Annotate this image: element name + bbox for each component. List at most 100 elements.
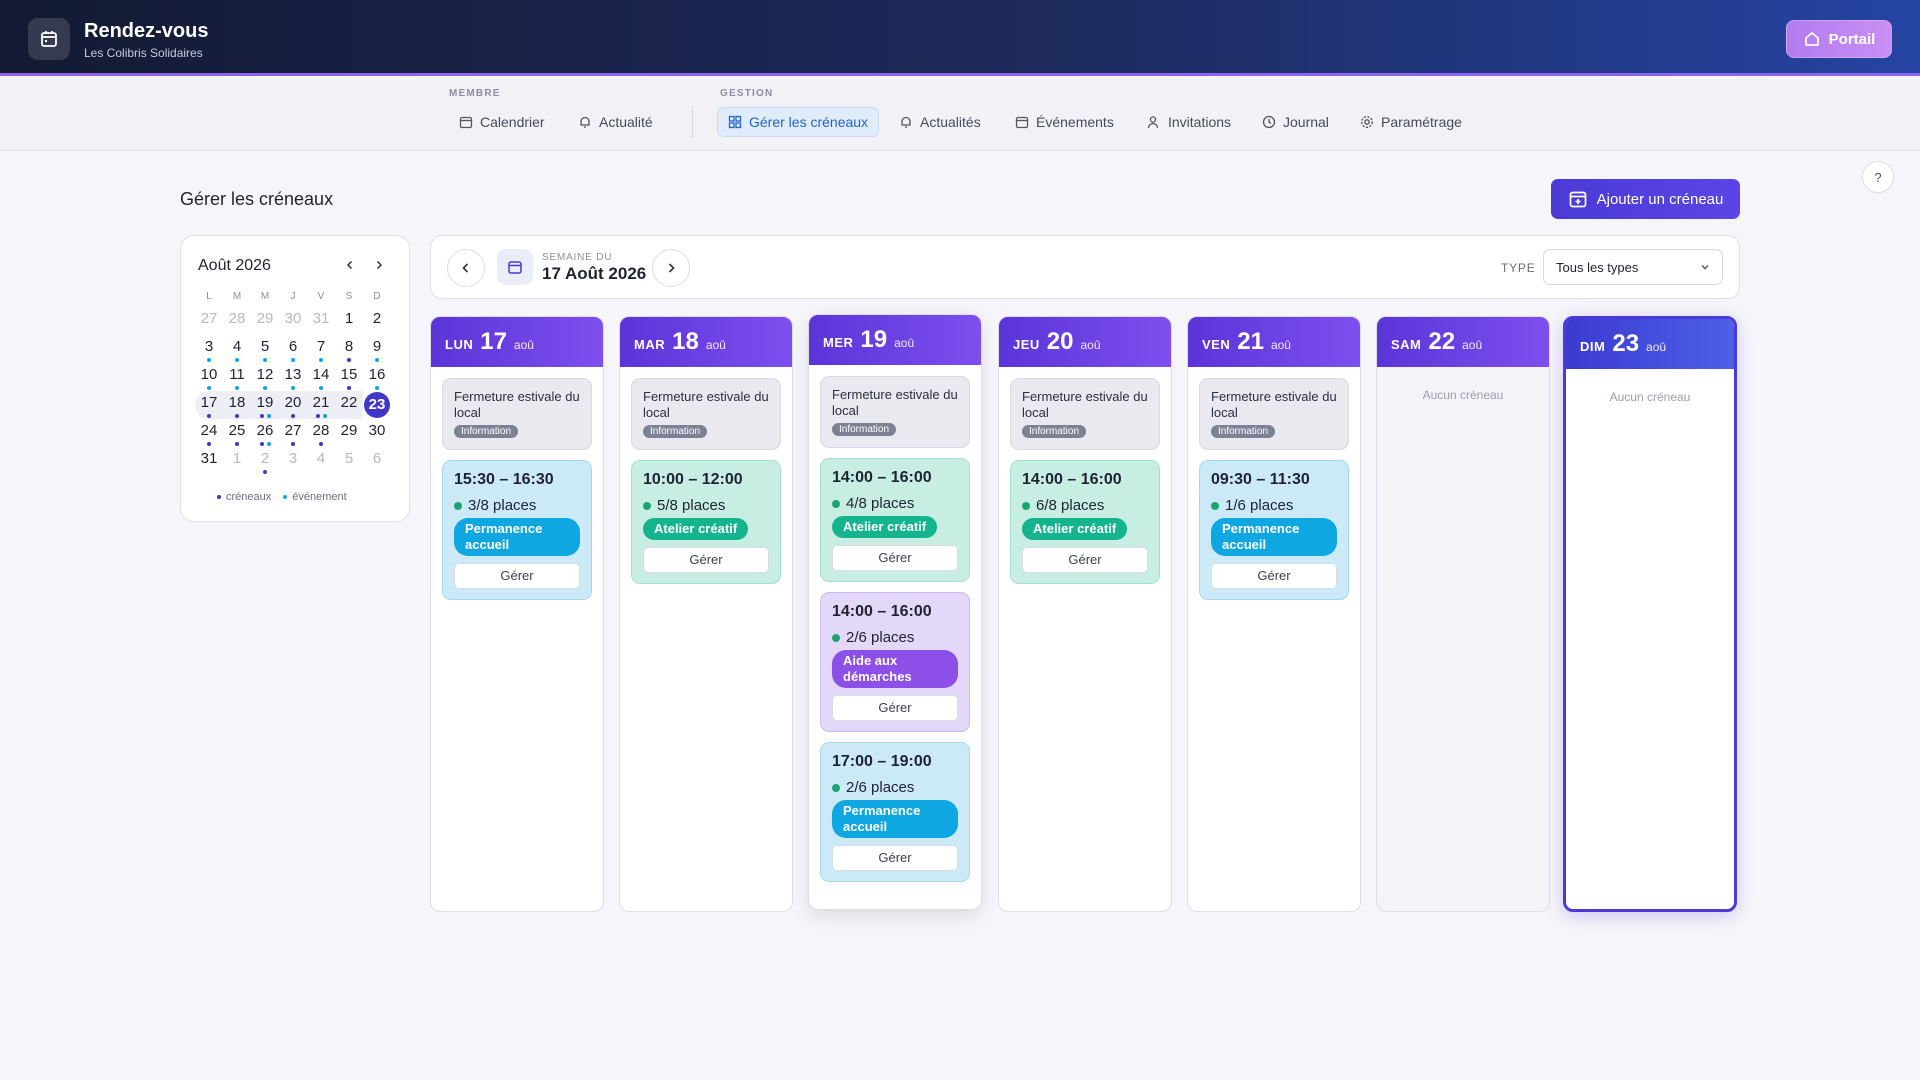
calendar-day[interactable]: 23 [364,392,390,418]
slot-card[interactable]: 17:00 – 19:00 2/6 places Permanence accuei… [820,742,970,882]
nav-parametrage[interactable]: Paramétrage [1350,107,1472,137]
calendar-day[interactable]: 20 [279,391,307,419]
calendar-day[interactable]: 31 [195,447,223,475]
calendar-day-number: 2 [260,450,270,467]
nav-calendrier[interactable]: Calendrier [449,107,555,137]
calendar-day[interactable]: 24 [195,419,223,447]
calendar-day-number: 8 [344,338,354,355]
calendar-day-number: 15 [340,366,358,383]
day-name: DIM [1580,339,1606,354]
calendar-day[interactable]: 27 [195,307,223,335]
slot-card[interactable]: 14:00 – 16:00 4/8 places Atelier créatif Gé… [820,458,970,582]
calendar-day[interactable]: 26 [251,419,279,447]
calendar-day[interactable]: 28 [223,307,251,335]
weekday-header: L [206,291,212,302]
calendar-day[interactable]: 27 [279,419,307,447]
slot-type-badge: Atelier créatif [832,516,938,538]
calendar-day-number: 16 [368,366,386,383]
nav-gerer-creneaux[interactable]: Gérer les créneaux [717,107,880,137]
next-month-button[interactable] [370,256,388,274]
calendar-day[interactable]: 6 [363,447,391,475]
nav-actualite[interactable]: Actualité [568,107,663,137]
calendar-day[interactable]: 29 [335,419,363,447]
calendar-day-number: 3 [288,450,298,467]
manage-slot-button[interactable]: Gérer [454,563,580,589]
calendar-day[interactable]: 21 [307,391,335,419]
day-month: aoû [1080,338,1101,352]
calendar-day[interactable]: 13 [279,363,307,391]
nav-actualites[interactable]: Actualités [889,107,991,137]
calendar-day[interactable]: 1 [223,447,251,475]
calendar-day[interactable]: 5 [335,447,363,475]
nav-invitations[interactable]: Invitations [1137,107,1241,137]
calendar-day[interactable]: 3 [195,335,223,363]
manage-slot-button[interactable]: Gérer [832,545,958,571]
slot-card[interactable]: 14:00 – 16:00 6/8 places Atelier créatif Gé… [1010,460,1160,584]
calendar-day[interactable]: 12 [251,363,279,391]
day-number: 21 [1237,328,1264,355]
closure-notice[interactable]: Fermeture estivale du local Information [820,376,970,448]
calendar-day[interactable]: 22 [335,391,363,419]
manage-slot-button[interactable]: Gérer [832,845,958,871]
calendar-day[interactable]: 15 [335,363,363,391]
calendar-day-number: 30 [368,422,386,439]
calendar-day[interactable]: 25 [223,419,251,447]
calendar-day[interactable]: 30 [279,307,307,335]
calendar-icon [28,18,70,60]
app-title: Rendez-vous [84,20,209,42]
calendar-day[interactable]: 3 [279,447,307,475]
calendar-day[interactable]: 17 [195,391,223,419]
manage-slot-button[interactable]: Gérer [643,547,769,573]
info-badge: Information [1022,425,1087,438]
closure-notice[interactable]: Fermeture estivale du local Information [1199,378,1349,450]
calendar-day[interactable]: 10 [195,363,223,391]
slot-time: 15:30 – 16:30 [454,471,554,488]
type-filter-label: TYPE [1501,261,1536,275]
portal-button[interactable]: Portail [1786,20,1892,58]
slot-card[interactable]: 14:00 – 16:00 2/6 places Aide aux démarche… [820,592,970,732]
nav-evenements[interactable]: Événements [1005,107,1124,137]
manage-slot-button[interactable]: Gérer [1211,563,1337,589]
calendar-day[interactable]: 19 [251,391,279,419]
calendar-day[interactable]: 8 [335,335,363,363]
calendar-day[interactable]: 14 [307,363,335,391]
help-button[interactable]: ? [1862,161,1894,193]
calendar-day[interactable]: 30 [363,419,391,447]
next-week-button[interactable] [652,249,690,287]
calendar-day[interactable]: 18 [223,391,251,419]
add-slot-button[interactable]: Ajouter un créneau [1551,179,1740,219]
calendar-day[interactable]: 4 [307,447,335,475]
calendar-day-number: 11 [229,366,245,383]
closure-notice[interactable]: Fermeture estivale du local Information [1010,378,1160,450]
calendar-day[interactable]: 7 [307,335,335,363]
calendar-day[interactable]: 29 [251,307,279,335]
prev-week-button[interactable] [447,249,485,287]
day-markers [363,358,391,362]
calendar-day[interactable]: 6 [279,335,307,363]
calendar-day[interactable]: 28 [307,419,335,447]
calendar-day[interactable]: 2 [251,447,279,475]
prev-month-button[interactable] [341,256,359,274]
calendar-day[interactable]: 1 [335,307,363,335]
slot-card[interactable]: 15:30 – 16:30 3/8 places Permanence accuei… [442,460,592,600]
event-marker [263,358,267,362]
nav-journal[interactable]: Journal [1252,107,1339,137]
calendar-day[interactable]: 11 [223,363,251,391]
closure-notice[interactable]: Fermeture estivale du local Information [442,378,592,450]
calendar-day[interactable]: 2 [363,307,391,335]
type-filter-select[interactable]: Tous les types [1543,249,1723,285]
home-icon [1804,32,1819,46]
calendar-day[interactable]: 5 [251,335,279,363]
manage-slot-button[interactable]: Gérer [832,695,958,721]
nav-label: Gérer les créneaux [749,114,869,130]
calendar-day[interactable]: 9 [363,335,391,363]
slot-card[interactable]: 10:00 – 12:00 5/8 places Atelier créatif Gé… [631,460,781,584]
calendar-day[interactable]: 4 [223,335,251,363]
slot-card[interactable]: 09:30 – 11:30 1/6 places Permanence accuei… [1199,460,1349,600]
manage-slot-button[interactable]: Gérer [1022,547,1148,573]
slot-marker [347,386,351,390]
closure-notice[interactable]: Fermeture estivale du local Information [631,378,781,450]
calendar-day[interactable]: 31 [307,307,335,335]
calendar-day[interactable]: 16 [363,363,391,391]
nav-group-member: MEMBRE [449,88,501,99]
